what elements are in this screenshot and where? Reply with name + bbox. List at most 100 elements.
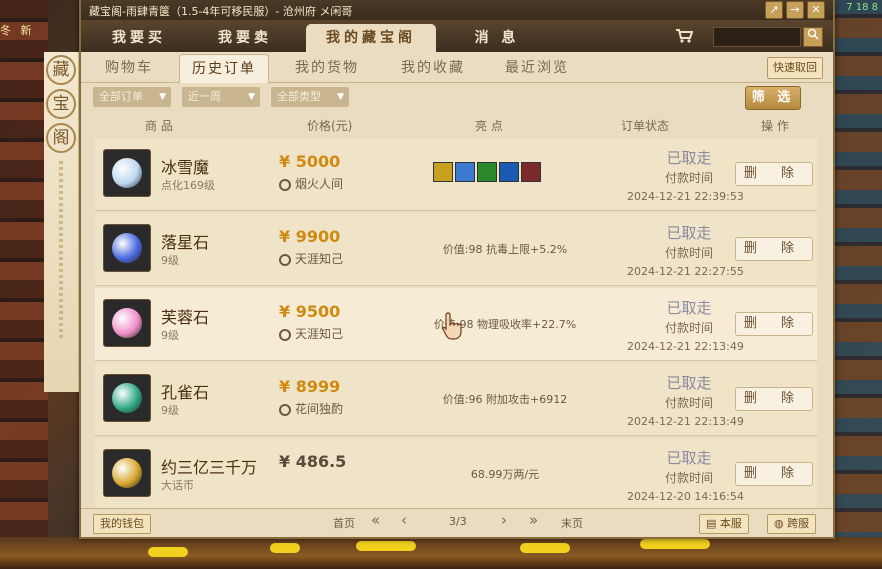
pay-time: 2024-12-21 22:13:49 (627, 340, 744, 353)
hud-text-2: 新 (20, 24, 32, 37)
tab-cart[interactable]: 购物车 (105, 54, 153, 82)
period-filter-dropdown[interactable]: 近一周 ▼ (182, 87, 260, 107)
pay-time: 2024-12-21 22:27:55 (627, 265, 744, 278)
skill-icon (455, 162, 475, 182)
subtitle-stroke (270, 543, 300, 553)
status-label: 已取走 (666, 449, 712, 467)
tab-sell[interactable]: 我要卖 (195, 24, 295, 52)
item-icon (112, 158, 142, 188)
item-price: ¥ 486.5 (279, 452, 347, 471)
tab-my-pavilion[interactable]: 我的藏宝阁 (306, 24, 436, 52)
delete-button[interactable]: 删 除 (735, 462, 813, 486)
location-pin-icon (279, 178, 291, 191)
double-chevron-left-icon[interactable]: « (371, 511, 380, 529)
seal-char: 宝 (46, 89, 76, 119)
wallet-button[interactable]: 我的钱包 (93, 514, 151, 534)
popout-button[interactable]: ↗ (765, 1, 783, 19)
delete-button[interactable]: 删 除 (735, 162, 813, 186)
item-thumbnail[interactable] (103, 149, 151, 197)
seller-name: 天涯知己 (295, 252, 344, 266)
col-item: 商 品 (145, 119, 173, 133)
arrow-button[interactable]: → (786, 1, 804, 19)
item-name: 芙蓉石 (161, 308, 210, 327)
last-page-link[interactable]: 末页 (561, 515, 583, 531)
chevron-left-icon[interactable]: ‹ (401, 511, 407, 529)
chevron-right-icon[interactable]: › (501, 511, 507, 529)
item-highlight: 价值:98 抗毒上限+5.2% (442, 243, 568, 256)
main-tabs: 我要买 我要卖 我的藏宝阁 消 息 (81, 20, 833, 52)
item-icon (112, 233, 142, 263)
delete-button[interactable]: 删 除 (735, 387, 813, 411)
pay-time-label: 付款时间 (664, 396, 713, 410)
col-highlight: 亮 点 (475, 119, 503, 133)
search-icon[interactable] (803, 27, 823, 47)
period-filter-label: 近一周 (188, 90, 221, 103)
skill-icon (521, 162, 541, 182)
pavilion-seal-banner: 藏 宝 阁 (44, 52, 79, 392)
tab-messages[interactable]: 消 息 (447, 24, 547, 52)
location-pin-icon (279, 253, 291, 266)
skill-icon (433, 162, 453, 182)
item-name: 约三亿三千万 (161, 458, 258, 477)
pagination-footer: 我的钱包 首页 « ‹ 3/3 › » 末页 ▤ 本服 ◍ 跨服 (81, 508, 833, 537)
delete-button[interactable]: 删 除 (735, 312, 813, 336)
order-status: 已取走付款时间 2024-12-21 22:13:49 (627, 297, 744, 353)
pay-time-label: 付款时间 (664, 321, 713, 335)
tab-buy[interactable]: 我要买 (89, 24, 189, 52)
item-thumbnail[interactable] (103, 449, 151, 497)
seller: 天涯知己 (279, 325, 343, 342)
subtitle-stroke (148, 547, 188, 557)
skill-icons (433, 162, 541, 182)
order-row[interactable]: 冰雪魔 点化169级 ¥ 5000 烟火人间 已取走 付款时间 2024-12-21 22:… (95, 138, 817, 211)
item-name: 冰雪魔 (161, 158, 210, 177)
seller: 烟火人间 (279, 175, 343, 192)
close-button[interactable]: ✕ (807, 1, 825, 19)
this-server-button[interactable]: ▤ 本服 (699, 514, 749, 534)
location-pin-icon (279, 403, 291, 416)
item-thumbnail[interactable] (103, 374, 151, 422)
item-price: ¥ 5000 (279, 152, 341, 171)
seller-name: 天涯知己 (295, 327, 344, 341)
cross-server-button[interactable]: ◍ 跨服 (767, 514, 817, 534)
tab-recent[interactable]: 最近浏览 (505, 54, 569, 82)
seller-name: 烟火人间 (295, 177, 344, 191)
cart-icon[interactable] (675, 28, 694, 44)
type-filter-dropdown[interactable]: 全部类型 ▼ (271, 87, 349, 107)
double-chevron-right-icon[interactable]: » (529, 511, 538, 529)
order-row[interactable]: 落星石 9级 ¥ 9900 天涯知己 价值:98 抗毒上限+5.2% 已取走 付款时间 202… (95, 213, 817, 286)
first-page-link[interactable]: 首页 (333, 515, 355, 531)
col-action: 操 作 (761, 119, 789, 133)
skill-icon (477, 162, 497, 182)
cross-server-label: 跨服 (787, 517, 810, 530)
order-status: 已取走 付款时间 2024-12-21 22:13:49 (627, 372, 744, 428)
seal-char: 阁 (46, 123, 76, 153)
pay-time-label: 付款时间 (664, 246, 713, 260)
game-hud-numbers: 7 18 8 (846, 2, 878, 13)
sub-tabs: 购物车 历史订单 我的货物 我的收藏 最近浏览 快速取回 (81, 52, 833, 83)
filter-button[interactable]: 筛 选 (745, 86, 801, 110)
item-highlight: 68.99万两/元 (470, 468, 540, 481)
order-row[interactable]: 约三亿三千万 大话币 ¥ 486.5 68.99万两/元 已取走 付款时间 2024-12-… (95, 438, 817, 511)
status-label: 已取走 (666, 299, 712, 317)
quick-retrieve-button[interactable]: 快速取回 (767, 57, 823, 79)
item-highlight: 价值:98 物理吸收率+22.7% (433, 318, 577, 331)
col-price: 价格(元) (307, 119, 353, 133)
item-thumbnail[interactable] (103, 224, 151, 272)
item-thumbnail[interactable] (103, 299, 151, 347)
order-row[interactable]: 孔雀石 9级 ¥ 8999 花间独酌 价值:96 附加攻击+6912 已取走 付款时间 202… (95, 363, 817, 436)
tab-order-history[interactable]: 历史订单 (179, 54, 269, 83)
delete-button[interactable]: 删 除 (735, 237, 813, 261)
search-input[interactable] (713, 27, 801, 47)
filter-bar: 全部订单 ▼ 近一周 ▼ 全部类型 ▼ 筛 选 (81, 82, 833, 112)
item-subtitle: 9级 (161, 254, 179, 267)
item-icon (112, 383, 142, 413)
pay-time-label: 付款时间 (664, 171, 713, 185)
pay-time-label: 付款时间 (664, 471, 713, 485)
tab-favorites[interactable]: 我的收藏 (401, 54, 465, 82)
order-filter-dropdown[interactable]: 全部订单 ▼ (93, 87, 171, 107)
col-status: 订单状态 (621, 119, 670, 133)
tab-my-goods[interactable]: 我的货物 (295, 54, 359, 82)
chevron-down-icon: ▼ (159, 92, 166, 102)
status-label: 已取走 (666, 374, 712, 392)
item-highlight: 价值:96 附加攻击+6912 (442, 393, 568, 406)
